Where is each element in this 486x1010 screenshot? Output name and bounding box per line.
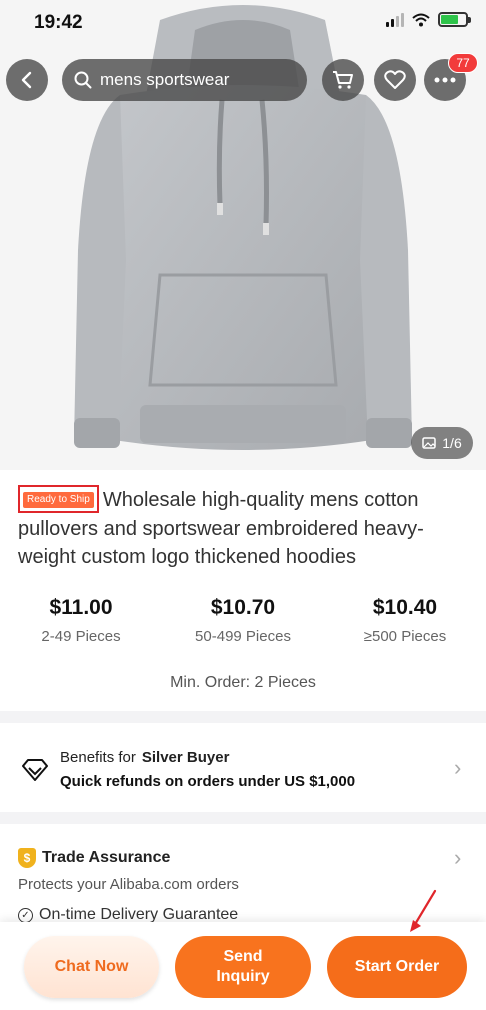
cart-button[interactable] bbox=[322, 59, 364, 101]
tier-price: $10.70 bbox=[210, 596, 276, 619]
status-icons bbox=[386, 12, 471, 27]
favorite-button[interactable] bbox=[374, 59, 416, 101]
tier-quantity: 2-49 Pieces bbox=[41, 628, 121, 645]
price-tier: $11.00 2-49 Pieces bbox=[0, 596, 162, 645]
price-tier: $10.40 ≥500 Pieces bbox=[324, 596, 486, 645]
price-tiers: $11.00 2-49 Pieces $10.70 50-499 Pieces … bbox=[0, 596, 486, 645]
trade-assurance-label: Trade Assurance bbox=[42, 849, 171, 866]
status-bar: 19:42 bbox=[0, 0, 486, 44]
min-order: Min. Order: 2 Pieces bbox=[170, 674, 316, 691]
buyer-tier: Silver Buyer bbox=[141, 749, 230, 766]
benefits-prefix: Benefits for bbox=[60, 749, 136, 766]
clock: 19:42 bbox=[34, 12, 83, 33]
heart-icon bbox=[384, 70, 406, 89]
search-bar[interactable]: mens sportswear bbox=[62, 59, 307, 101]
send-inquiry-button[interactable]: Send Inquiry bbox=[175, 936, 311, 998]
tier-price: $10.40 bbox=[372, 596, 438, 619]
signal-icon bbox=[386, 12, 404, 27]
tier-quantity: ≥500 Pieces bbox=[363, 628, 447, 645]
image-icon bbox=[422, 437, 437, 449]
image-counter[interactable]: 1/6 bbox=[411, 427, 473, 459]
trade-assurance-title[interactable]: $ Trade Assurance bbox=[18, 848, 170, 868]
chevron-left-icon bbox=[21, 71, 32, 89]
wifi-icon bbox=[412, 13, 430, 26]
start-order-button[interactable]: Start Order bbox=[327, 936, 467, 998]
check-circle-icon: ✓ bbox=[18, 907, 33, 923]
search-icon bbox=[74, 71, 92, 89]
annotation-arrow-icon bbox=[410, 889, 437, 932]
send-inquiry-label-1: Send bbox=[223, 948, 263, 965]
battery-icon bbox=[438, 12, 471, 27]
cart-icon bbox=[333, 71, 353, 89]
search-query: mens sportswear bbox=[100, 70, 230, 89]
notification-badge: 77 bbox=[448, 53, 478, 73]
action-bar: Chat Now Send Inquiry Start Order bbox=[0, 922, 486, 1010]
section-divider bbox=[0, 711, 486, 723]
ready-to-ship-label: Ready to Ship bbox=[23, 491, 94, 508]
more-icon bbox=[434, 77, 456, 83]
chevron-right-icon: › bbox=[454, 755, 462, 780]
image-counter-text: 1/6 bbox=[442, 435, 462, 451]
tier-price: $11.00 bbox=[49, 596, 113, 619]
trade-assurance-subtitle: Protects your Alibaba.com orders bbox=[18, 876, 239, 893]
chevron-right-icon[interactable]: › bbox=[454, 845, 461, 871]
benefits-heading: Benefits for Silver Buyer bbox=[60, 749, 229, 766]
benefits-detail: Quick refunds on orders under US $1,000 bbox=[60, 773, 356, 790]
trade-assurance-icon: $ bbox=[18, 848, 36, 868]
product-title: Ready to Ship Wholesale high-quality mens… bbox=[18, 484, 470, 571]
chat-now-button[interactable]: Chat Now bbox=[24, 936, 159, 998]
ready-to-ship-tag: Ready to Ship bbox=[18, 484, 99, 513]
diamond-icon bbox=[22, 759, 48, 781]
back-button[interactable] bbox=[6, 59, 48, 101]
section-divider bbox=[0, 812, 486, 824]
tier-quantity: 50-499 Pieces bbox=[195, 628, 291, 645]
price-tier: $10.70 50-499 Pieces bbox=[162, 596, 324, 645]
buyer-benefits-row[interactable]: Benefits for Silver Buyer Quick refunds o… bbox=[0, 735, 486, 809]
send-inquiry-label-2: Inquiry bbox=[216, 968, 270, 985]
